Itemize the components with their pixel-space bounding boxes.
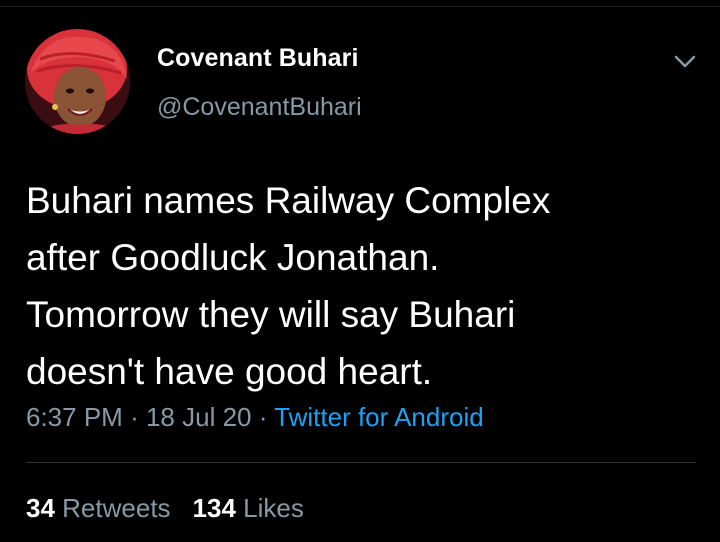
retweets-count: 34 [26, 493, 55, 523]
likes-count: 134 [192, 493, 236, 523]
likes-stat[interactable]: 134 Likes [193, 493, 304, 523]
chevron-down-icon[interactable] [668, 48, 702, 76]
author-display-name[interactable]: Covenant Buhari [157, 44, 359, 73]
retweets-stat[interactable]: 34 Retweets [26, 493, 171, 523]
divider [26, 462, 696, 463]
avatar[interactable] [25, 29, 130, 134]
meta-separator: · [130, 402, 139, 432]
top-edge [0, 0, 720, 7]
meta-separator: · [258, 402, 268, 432]
tweet-source-link[interactable]: Twitter for Android [274, 402, 484, 432]
tweet-date[interactable]: 18 Jul 20 [146, 402, 252, 432]
likes-label: Likes [243, 493, 304, 523]
profile-avatar-image [25, 29, 130, 134]
tweet-text: Buhari names Railway Complex after Goodl… [26, 180, 551, 392]
retweets-label: Retweets [62, 493, 171, 523]
tweet-metadata: 6:37 PM · 18 Jul 20 · Twitter for Androi… [26, 402, 484, 433]
author-handle[interactable]: @CovenantBuhari [157, 93, 362, 122]
tweet-time[interactable]: 6:37 PM [26, 402, 123, 432]
tweet-stats: 34 Retweets 134 Likes [26, 493, 304, 524]
